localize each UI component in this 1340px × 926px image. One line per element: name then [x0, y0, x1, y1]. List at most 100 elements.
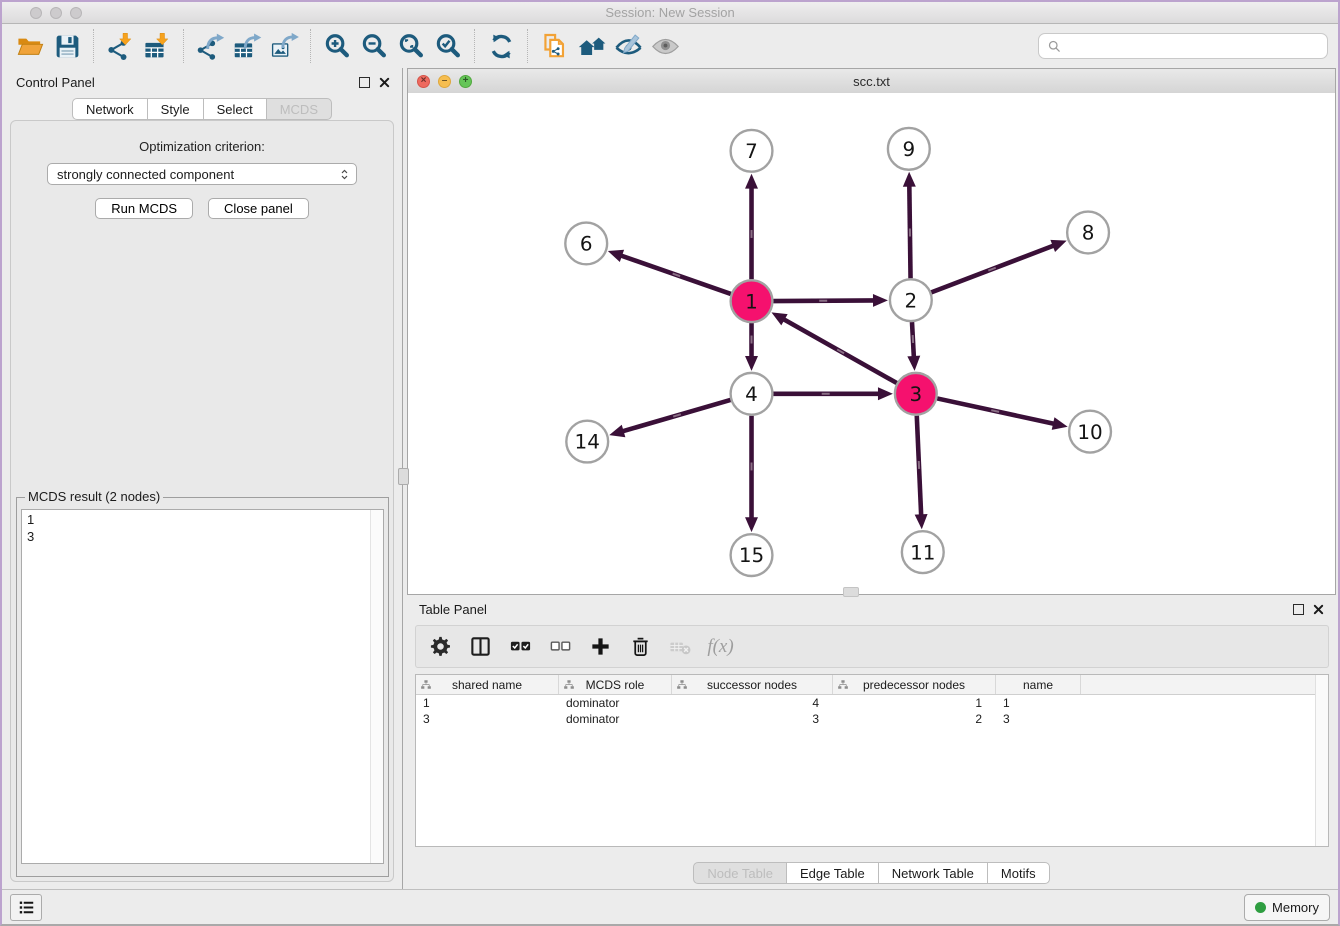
- memory-button[interactable]: Memory: [1244, 894, 1330, 921]
- cell-successor-nodes[interactable]: 3: [672, 712, 833, 726]
- network-canvas[interactable]: 1234678910111415: [408, 93, 1335, 594]
- column-split-icon[interactable]: [468, 634, 493, 659]
- network-window-titlebar: × – + scc.txt: [408, 69, 1335, 94]
- control-panel-title: Control Panel: [16, 75, 95, 90]
- window-titlebar: Session: New Session: [2, 2, 1338, 24]
- import-network-icon[interactable]: [102, 28, 139, 64]
- tab-node-table[interactable]: Node Table: [693, 862, 787, 884]
- export-image-icon[interactable]: [266, 28, 303, 64]
- control-panel-close-icon[interactable]: [379, 77, 390, 88]
- horizontal-splitter-handle[interactable]: [843, 587, 859, 597]
- delete-table-icon: [668, 634, 693, 659]
- export-table-icon[interactable]: [229, 28, 266, 64]
- criterion-selected-value: strongly connected component: [57, 167, 234, 182]
- graph-edge-arrowhead: [915, 514, 928, 529]
- cell-name[interactable]: 1: [996, 696, 1081, 710]
- column-header-successor-nodes[interactable]: successor nodes: [672, 675, 833, 694]
- cell-name[interactable]: 3: [996, 712, 1081, 726]
- tab-network[interactable]: Network: [72, 98, 148, 120]
- column-header-mcds-role[interactable]: MCDS role: [559, 675, 672, 694]
- main-content: Control Panel NetworkStyleSelectMCDS Opt…: [2, 68, 1338, 889]
- toolbar-groups: [12, 28, 684, 64]
- column-header-shared-name[interactable]: shared name: [416, 675, 559, 694]
- table-panel-tabs: Node TableEdge TableNetwork TableMotifs: [407, 862, 1336, 884]
- tab-network-table[interactable]: Network Table: [878, 862, 988, 884]
- network-view-window: × – + scc.txt 1234678910111415: [407, 68, 1336, 595]
- delete-icon[interactable]: [628, 634, 653, 659]
- cell-mcds-role[interactable]: dominator: [559, 696, 672, 710]
- network-graph[interactable]: 1234678910111415: [408, 93, 1335, 594]
- graph-edge-arrowhead: [1050, 240, 1066, 252]
- tab-select[interactable]: Select: [203, 98, 267, 120]
- table-row[interactable]: 3dominator323: [416, 711, 1328, 727]
- deselect-all-icon[interactable]: [548, 634, 573, 659]
- right-pane: × – + scc.txt 1234678910111415 Table Pan…: [403, 68, 1338, 889]
- graph-node-label: 3: [909, 383, 922, 406]
- column-header-name[interactable]: name: [996, 675, 1081, 694]
- save-icon[interactable]: [49, 28, 86, 64]
- table-panel: Table Panel f(x) shared nameMCDS rolesuc…: [407, 595, 1336, 889]
- export-network-icon[interactable]: [192, 28, 229, 64]
- cell-mcds-role[interactable]: dominator: [559, 712, 672, 726]
- graph-node-label: 8: [1082, 222, 1095, 245]
- run-mcds-button[interactable]: Run MCDS: [95, 198, 193, 219]
- graph-node-label: 9: [903, 138, 916, 161]
- graph-node-label: 6: [580, 233, 593, 256]
- table-panel-title: Table Panel: [419, 602, 487, 617]
- cell-shared-name[interactable]: 1: [416, 696, 559, 710]
- control-panel-float-button[interactable]: [359, 77, 370, 88]
- status-bar: Memory: [2, 889, 1338, 924]
- tree-icon: [563, 679, 575, 691]
- add-icon[interactable]: [588, 634, 613, 659]
- cell-predecessor-nodes[interactable]: 2: [833, 712, 996, 726]
- cell-predecessor-nodes[interactable]: 1: [833, 696, 996, 710]
- zoom-out-icon[interactable]: [356, 28, 393, 64]
- task-history-button[interactable]: [10, 894, 42, 921]
- zoom-fit-icon[interactable]: [393, 28, 430, 64]
- table-scrollbar[interactable]: [1315, 675, 1328, 846]
- graph-edge-arrowhead: [907, 356, 920, 371]
- tree-icon: [420, 679, 432, 691]
- tab-motifs[interactable]: Motifs: [987, 862, 1050, 884]
- list-icon: [17, 898, 36, 917]
- zoom-in-icon[interactable]: [319, 28, 356, 64]
- window-title: Session: New Session: [2, 5, 1338, 20]
- criterion-select[interactable]: strongly connected component: [47, 163, 357, 185]
- show-graphics-details-icon[interactable]: [647, 28, 684, 64]
- cell-shared-name[interactable]: 3: [416, 712, 559, 726]
- table-panel-close-icon[interactable]: [1313, 604, 1324, 615]
- result-scrollbar[interactable]: [370, 510, 383, 863]
- memory-status-dot: [1255, 902, 1266, 913]
- open-icon[interactable]: [12, 28, 49, 64]
- table-row[interactable]: 1dominator411: [416, 695, 1328, 711]
- table-header-row: shared nameMCDS rolesuccessor nodesprede…: [416, 675, 1328, 695]
- graph-node-label: 7: [745, 140, 758, 163]
- search-box[interactable]: [1038, 33, 1328, 59]
- tab-edge-table[interactable]: Edge Table: [786, 862, 879, 884]
- toolbar-separator: [93, 29, 95, 63]
- refresh-icon[interactable]: [483, 28, 520, 64]
- settings-icon[interactable]: [428, 634, 453, 659]
- graph-node-label: 15: [739, 544, 764, 567]
- import-table-icon[interactable]: [139, 28, 176, 64]
- search-input[interactable]: [1067, 38, 1319, 55]
- column-header-predecessor-nodes[interactable]: predecessor nodes: [833, 675, 996, 694]
- vertical-splitter-handle[interactable]: [398, 468, 409, 485]
- search-icon: [1047, 39, 1062, 54]
- node-table: shared nameMCDS rolesuccessor nodesprede…: [415, 674, 1329, 847]
- network-overview-icon[interactable]: [573, 28, 610, 64]
- select-all-icon[interactable]: [508, 634, 533, 659]
- table-toolbar: f(x): [415, 625, 1329, 668]
- copy-view-icon[interactable]: [536, 28, 573, 64]
- cell-successor-nodes[interactable]: 4: [672, 696, 833, 710]
- hide-graphics-details-icon[interactable]: [610, 28, 647, 64]
- graph-edge-arrowhead: [873, 294, 888, 307]
- tab-mcds[interactable]: MCDS: [266, 98, 332, 120]
- tab-style[interactable]: Style: [147, 98, 204, 120]
- zoom-selected-icon[interactable]: [430, 28, 467, 64]
- mcds-result-list[interactable]: 1 3: [21, 509, 384, 864]
- table-panel-float-button[interactable]: [1293, 604, 1304, 615]
- close-panel-button[interactable]: Close panel: [208, 198, 309, 219]
- network-window-title: scc.txt: [408, 74, 1335, 89]
- toolbar-separator: [527, 29, 529, 63]
